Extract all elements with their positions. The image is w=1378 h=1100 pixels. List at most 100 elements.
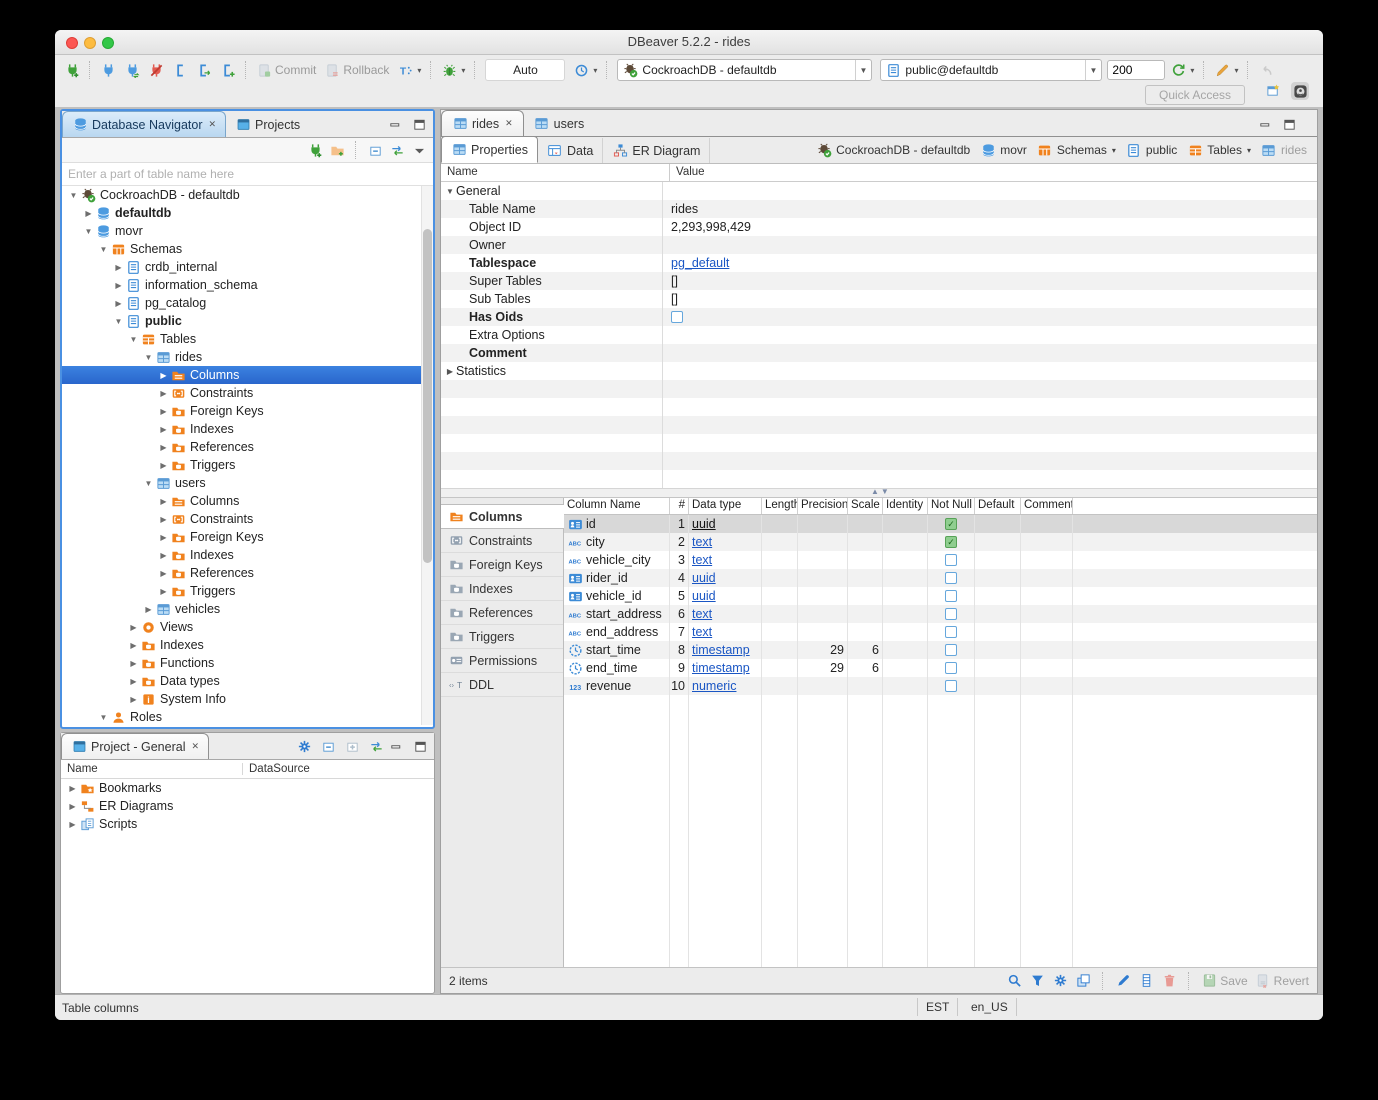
refresh-button[interactable]: ▾ (1167, 60, 1197, 80)
tree-item-constraints[interactable]: ▶Constraints (62, 510, 433, 528)
not-null-checkbox[interactable] (945, 662, 957, 674)
collapse-all-icon[interactable] (320, 738, 336, 754)
tree-item-defaultdb[interactable]: ▶defaultdb (62, 204, 433, 222)
navigator-scrollbar[interactable] (421, 186, 433, 725)
schema-combo[interactable]: public@defaultdb▼ (880, 59, 1102, 81)
not-null-checkbox[interactable] (945, 572, 957, 584)
minimize-view-icon[interactable] (388, 738, 404, 754)
tree-item-tables[interactable]: ▼Tables (62, 330, 433, 348)
new-sql-editor-button[interactable] (217, 60, 239, 80)
scrollbar-thumb[interactable] (423, 229, 432, 563)
column-row-vehicle-city[interactable]: ABCvehicle_city3text (564, 551, 1317, 569)
tree-item-triggers[interactable]: ▶Triggers (62, 456, 433, 474)
data-type-link[interactable]: uuid (692, 589, 716, 603)
grid-header-length[interactable]: Length (762, 498, 798, 514)
tree-item-movr[interactable]: ▼movr (62, 222, 433, 240)
not-null-checkbox[interactable] (945, 680, 957, 692)
property-row-general[interactable]: ▼General (441, 182, 1317, 200)
property-row-table-name[interactable]: Table Namerides (441, 200, 1317, 218)
delete-icon[interactable] (1161, 973, 1177, 989)
view-menu-icon[interactable] (411, 142, 427, 158)
revert-button[interactable]: Revert (1255, 973, 1309, 989)
data-type-link[interactable]: text (692, 607, 712, 621)
tree-item-schemas[interactable]: ▼Schemas (62, 240, 433, 258)
collapse-arrow-icon[interactable]: ▼ (444, 187, 456, 196)
tree-item-foreign-keys[interactable]: ▶Foreign Keys (62, 402, 433, 420)
editor-tab-users[interactable]: users (524, 111, 595, 136)
side-tab-references[interactable]: References (441, 601, 563, 625)
not-null-checkbox[interactable] (945, 554, 957, 566)
tree-item-views[interactable]: ▶Views (62, 618, 433, 636)
new-folder-icon[interactable] (329, 142, 345, 158)
close-icon[interactable]: ✕ (208, 119, 216, 130)
collapse-arrow-icon[interactable]: ▼ (97, 245, 110, 254)
data-type-link[interactable]: timestamp (692, 643, 750, 657)
data-type-link[interactable]: text (692, 553, 712, 567)
timezone-indicator[interactable]: EST (917, 998, 958, 1016)
expand-arrow-icon[interactable]: ▶ (66, 820, 79, 829)
transaction-mode-button[interactable]: T▾ (394, 60, 424, 80)
tree-item-users[interactable]: ▼users (62, 474, 433, 492)
grid-header-scale[interactable]: Scale (848, 498, 883, 514)
expand-arrow-icon[interactable]: ▶ (112, 263, 125, 272)
tree-item-columns[interactable]: ▶Columns (62, 492, 433, 510)
data-type-link[interactable]: text (692, 535, 712, 549)
view-rows-icon[interactable] (1138, 973, 1154, 989)
not-null-checkbox[interactable]: ✓ (945, 518, 957, 530)
connect-button[interactable] (97, 60, 119, 80)
project-item-bookmarks[interactable]: ▶Bookmarks (61, 779, 434, 797)
transaction-log-button[interactable]: ▾ (570, 60, 600, 80)
side-tab-columns[interactable]: Columns (441, 504, 564, 529)
close-icon[interactable]: ✕ (505, 118, 513, 129)
debug-button[interactable]: ▾ (438, 60, 468, 80)
tab-projects[interactable]: Projects (226, 112, 309, 137)
tree-item-references[interactable]: ▶References (62, 438, 433, 456)
reconnect-button[interactable] (121, 60, 143, 80)
column-row-end-address[interactable]: ABCend_address7text (564, 623, 1317, 641)
column-row-start-time[interactable]: start_time8timestamp296 (564, 641, 1317, 659)
collapse-all-icon[interactable] (367, 142, 383, 158)
expand-arrow-icon[interactable]: ▶ (157, 515, 170, 524)
table-filter-input[interactable] (62, 164, 433, 184)
breadcrumb-public[interactable]: public (1126, 142, 1177, 158)
tree-item-columns[interactable]: ▶Columns (62, 366, 433, 384)
expand-arrow-icon[interactable]: ▶ (157, 407, 170, 416)
expand-arrow-icon[interactable]: ▶ (112, 299, 125, 308)
project-item-scripts[interactable]: ▶Scripts (61, 815, 434, 833)
expand-arrow-icon[interactable]: ▶ (157, 371, 170, 380)
generate-sql-button[interactable]: ▾ (1211, 60, 1241, 80)
column-row-city[interactable]: ABCcity2text✓ (564, 533, 1317, 551)
breadcrumb-tables[interactable]: Tables▾ (1187, 142, 1251, 158)
new-connection-button[interactable] (61, 60, 83, 80)
new-connection-icon[interactable] (307, 142, 323, 158)
property-row-tablespace[interactable]: Tablespacepg_default (441, 254, 1317, 272)
expand-arrow-icon[interactable]: ▶ (127, 659, 140, 668)
gear-icon[interactable] (296, 738, 312, 754)
property-row-extra-options[interactable]: Extra Options (441, 326, 1317, 344)
minimize-view-icon[interactable] (387, 116, 403, 132)
grid-header-column-name[interactable]: Column Name (564, 498, 670, 514)
locale-indicator[interactable]: en_US (963, 998, 1017, 1016)
grid-header-data-type[interactable]: Data type (689, 498, 762, 514)
filter-icon[interactable] (1029, 973, 1045, 989)
commit-mode-combo[interactable]: Auto (485, 59, 565, 81)
value-link[interactable]: pg_default (671, 256, 729, 270)
expand-arrow-icon[interactable]: ▶ (157, 461, 170, 470)
checkbox[interactable] (671, 311, 683, 323)
side-tab-constraints[interactable]: Constraints (441, 529, 563, 553)
expand-arrow-icon[interactable]: ▶ (157, 533, 170, 542)
maximize-view-icon[interactable] (411, 116, 427, 132)
expand-arrow-icon[interactable]: ▶ (82, 209, 95, 218)
expand-arrow-icon[interactable]: ▶ (444, 367, 456, 376)
tree-item-cockroachdb-defaultdb[interactable]: ▼CockroachDB - defaultdb (62, 186, 433, 204)
expand-arrow-icon[interactable]: ▶ (127, 695, 140, 704)
tree-item-public[interactable]: ▼public (62, 312, 433, 330)
property-row-owner[interactable]: Owner (441, 236, 1317, 254)
property-row-sub-tables[interactable]: Sub Tables[] (441, 290, 1317, 308)
breadcrumb-rides[interactable]: rides (1261, 142, 1307, 158)
connection-combo[interactable]: CockroachDB - defaultdb▼ (617, 59, 872, 81)
subtab-er-diagram[interactable]: ER Diagram (603, 138, 710, 163)
breadcrumb-schemas[interactable]: Schemas▾ (1037, 142, 1116, 158)
tree-item-roles[interactable]: ▼Roles (62, 708, 433, 726)
tree-item-data-types[interactable]: ▶Data types (62, 672, 433, 690)
